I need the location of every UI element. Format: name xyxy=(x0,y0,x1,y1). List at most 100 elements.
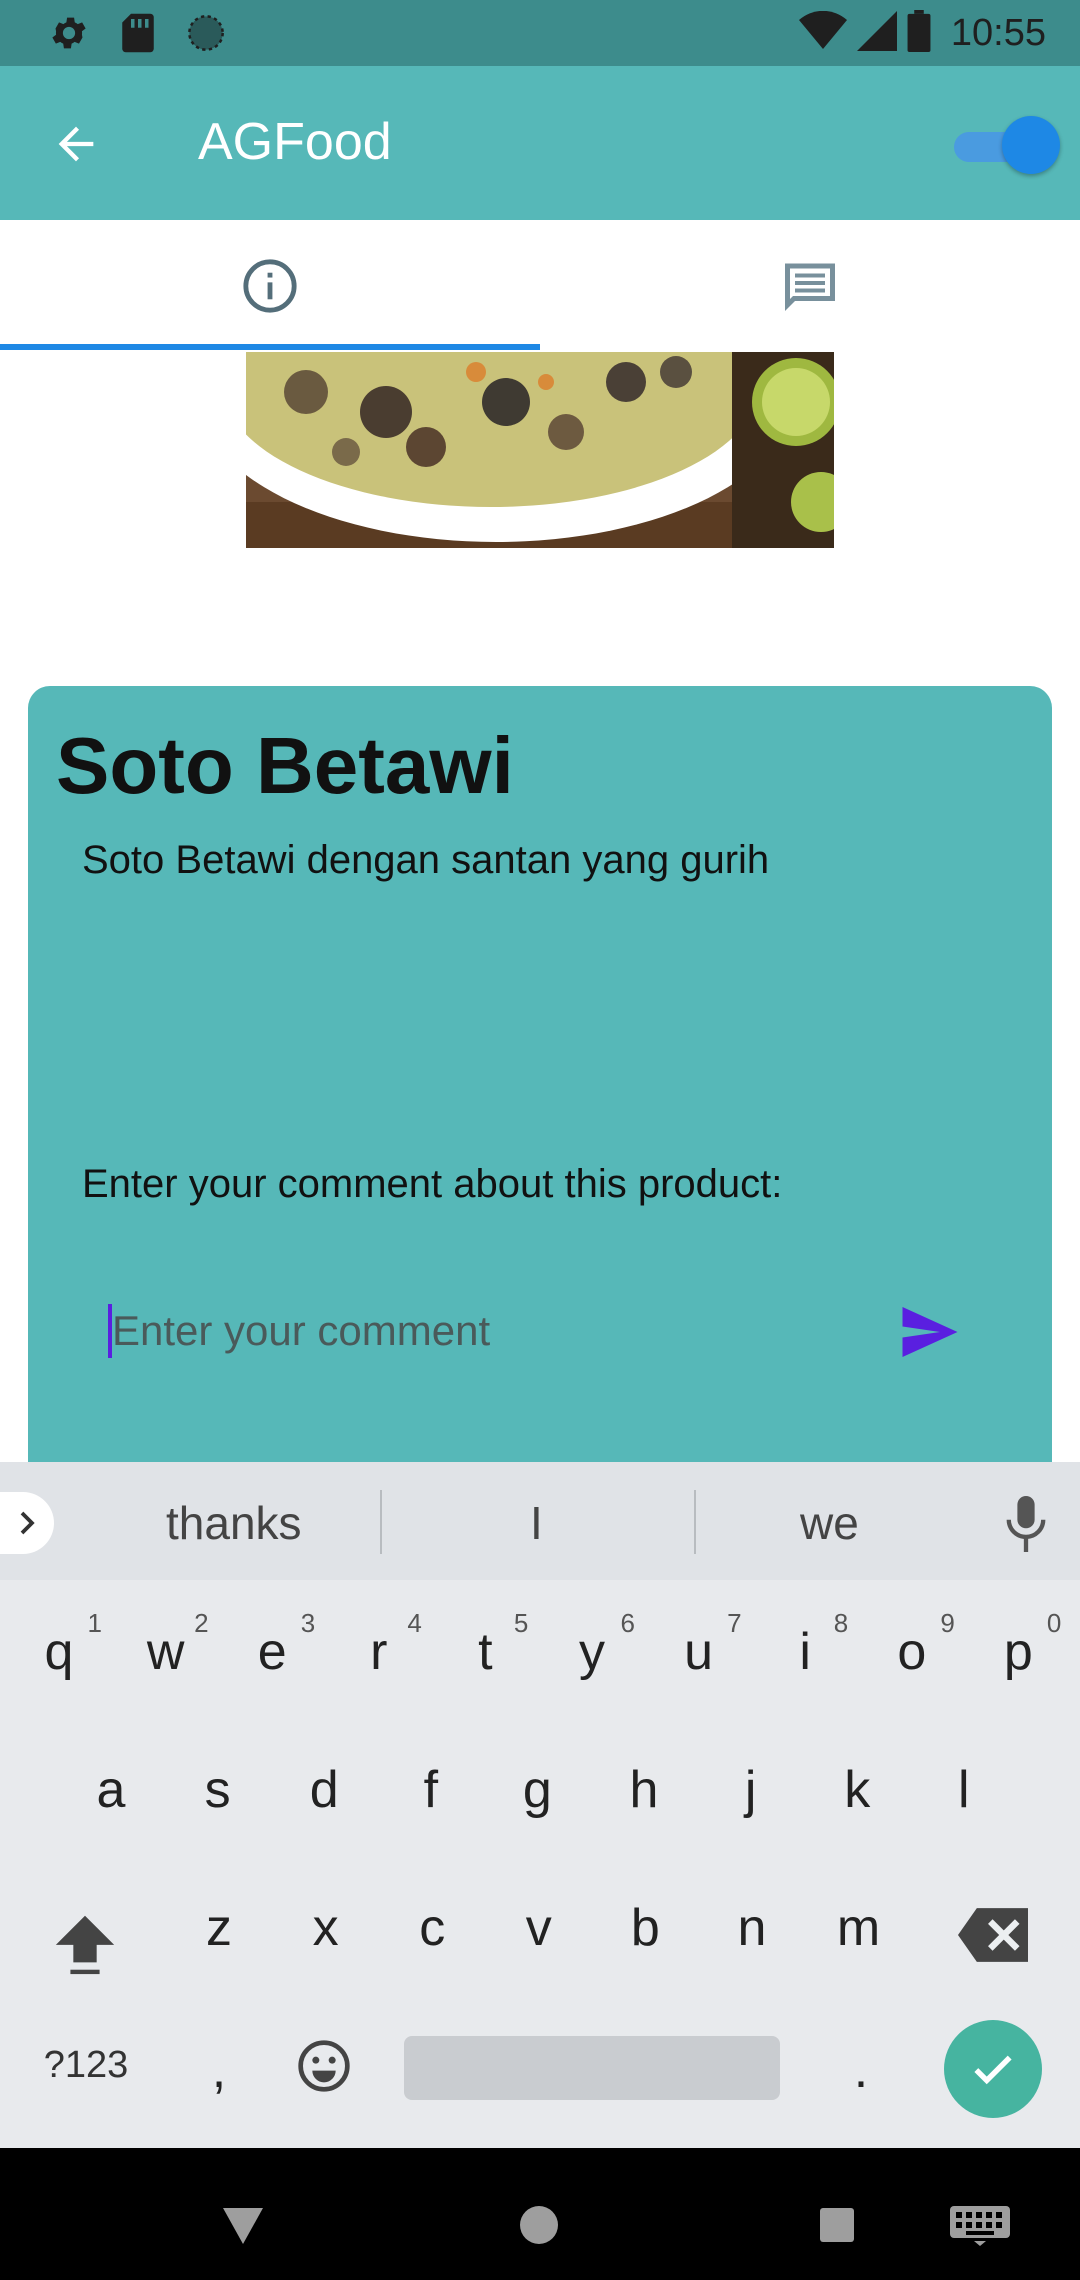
comment-icon xyxy=(785,263,835,311)
comment-input[interactable] xyxy=(108,1296,908,1366)
key-label: s xyxy=(204,1761,231,1819)
signal-icon xyxy=(856,10,897,56)
key-p[interactable]: p0 xyxy=(973,1608,1063,1682)
key-label: i xyxy=(799,1623,811,1681)
key-h[interactable]: h xyxy=(599,1760,689,1820)
suggestion-divider xyxy=(694,1490,696,1554)
key-k[interactable]: k xyxy=(812,1760,902,1820)
key-f[interactable]: f xyxy=(386,1760,476,1820)
key-z[interactable]: z xyxy=(174,1898,264,1958)
key-number-hint: 8 xyxy=(833,1608,849,1638)
keyboard-icon xyxy=(950,2206,1010,2246)
key-q[interactable]: q1 xyxy=(14,1608,104,1682)
nav-recents-button[interactable] xyxy=(820,2208,854,2242)
key-number-hint: 9 xyxy=(940,1608,955,1638)
mic-icon xyxy=(1006,1496,1046,1552)
space-key[interactable] xyxy=(404,2036,780,2100)
key-label: u xyxy=(684,1623,714,1681)
key-number-hint: 4 xyxy=(407,1608,422,1638)
tab-info[interactable] xyxy=(0,220,540,352)
key-l[interactable]: l xyxy=(919,1760,1009,1820)
key-label: l xyxy=(958,1761,970,1819)
toggle-thumb xyxy=(1002,116,1060,174)
status-bar: 10:55 xyxy=(0,0,1080,66)
key-label: r xyxy=(370,1623,388,1681)
keyboard-switch-button[interactable] xyxy=(950,2206,1010,2246)
back-triangle-icon xyxy=(223,2208,263,2244)
emoji-key[interactable] xyxy=(296,2038,352,2094)
status-right-icons: 10:55 xyxy=(798,8,1046,58)
key-d[interactable]: d xyxy=(279,1760,369,1820)
key-u[interactable]: u7 xyxy=(654,1608,744,1682)
key-label: c xyxy=(419,1899,446,1957)
app-title: AGFood xyxy=(198,113,392,171)
product-card: Soto Betawi Soto Betawi dengan santan ya… xyxy=(28,686,1052,1466)
key-a[interactable]: a xyxy=(66,1760,156,1820)
key-number-hint: 3 xyxy=(300,1608,316,1638)
tab-comments[interactable] xyxy=(540,220,1080,352)
suggestion-3[interactable]: we xyxy=(800,1496,859,1550)
back-button[interactable] xyxy=(50,118,102,170)
toggle-switch[interactable] xyxy=(952,116,1060,174)
shift-key[interactable] xyxy=(50,1906,120,1978)
key-t[interactable]: t5 xyxy=(440,1608,530,1682)
key-j[interactable]: j xyxy=(706,1760,796,1820)
key-g[interactable]: g xyxy=(492,1760,582,1820)
key-v[interactable]: v xyxy=(494,1898,584,1958)
arrow-back-icon xyxy=(58,126,94,162)
key-y[interactable]: y6 xyxy=(547,1608,637,1682)
key-m[interactable]: m xyxy=(814,1898,904,1958)
tab-indicator xyxy=(0,344,540,350)
key-label: t xyxy=(478,1623,493,1681)
key-label: m xyxy=(836,1899,881,1957)
send-button[interactable] xyxy=(900,1304,960,1360)
key-number-hint: 0 xyxy=(1046,1608,1062,1638)
key-o[interactable]: o9 xyxy=(867,1608,957,1682)
key-label: b xyxy=(630,1899,660,1957)
emoji-icon xyxy=(298,2040,350,2092)
nav-home-button[interactable] xyxy=(520,2206,558,2244)
backspace-icon xyxy=(958,1908,1028,1962)
nav-back-button[interactable] xyxy=(222,2208,264,2244)
key-label: q xyxy=(44,1623,74,1681)
tab-bar xyxy=(0,220,1080,352)
suggestion-bar: thanks I we xyxy=(0,1462,1080,1580)
voice-input-button[interactable] xyxy=(1004,1496,1048,1552)
key-number-hint: 1 xyxy=(87,1608,102,1638)
symbols-key[interactable]: ?123 xyxy=(36,2044,136,2087)
backspace-key[interactable] xyxy=(958,1908,1028,1962)
key-s[interactable]: s xyxy=(173,1760,263,1820)
key-label: a xyxy=(96,1761,126,1819)
key-number-hint: 5 xyxy=(513,1608,529,1638)
circle-icon xyxy=(186,13,226,58)
checkmark-icon xyxy=(974,2055,1012,2085)
suggestion-1[interactable]: thanks xyxy=(166,1496,302,1550)
key-label: v xyxy=(525,1899,552,1957)
status-time: 10:55 xyxy=(950,11,1046,54)
key-r[interactable]: r4 xyxy=(334,1608,424,1682)
shift-icon xyxy=(55,1915,115,1975)
suggestion-divider xyxy=(380,1490,382,1554)
comma-key[interactable]: , xyxy=(174,2040,264,2100)
suggestion-expand-button[interactable] xyxy=(0,1492,54,1554)
app-screen: 10:55 AGFood Soto Betawi Soto Betawi den… xyxy=(0,0,1080,2280)
product-description: Soto Betawi dengan santan yang gurih xyxy=(82,838,770,882)
period-key[interactable]: . xyxy=(816,2040,906,2100)
key-c[interactable]: c xyxy=(387,1898,477,1958)
key-n[interactable]: n xyxy=(707,1898,797,1958)
key-x[interactable]: x xyxy=(281,1898,371,1958)
key-b[interactable]: b xyxy=(600,1898,690,1958)
key-label: o xyxy=(897,1623,927,1681)
app-bar: AGFood xyxy=(0,66,1080,220)
key-label: k xyxy=(844,1761,871,1819)
info-icon xyxy=(243,259,297,313)
key-w[interactable]: w2 xyxy=(121,1608,211,1682)
key-number-hint: 2 xyxy=(194,1608,209,1638)
key-e[interactable]: e3 xyxy=(227,1608,317,1682)
sd-card-icon xyxy=(120,12,156,59)
product-name: Soto Betawi xyxy=(56,721,514,810)
done-key[interactable] xyxy=(944,2020,1042,2118)
suggestion-2[interactable]: I xyxy=(530,1496,543,1550)
key-label: h xyxy=(629,1761,659,1819)
key-i[interactable]: i8 xyxy=(760,1608,850,1682)
